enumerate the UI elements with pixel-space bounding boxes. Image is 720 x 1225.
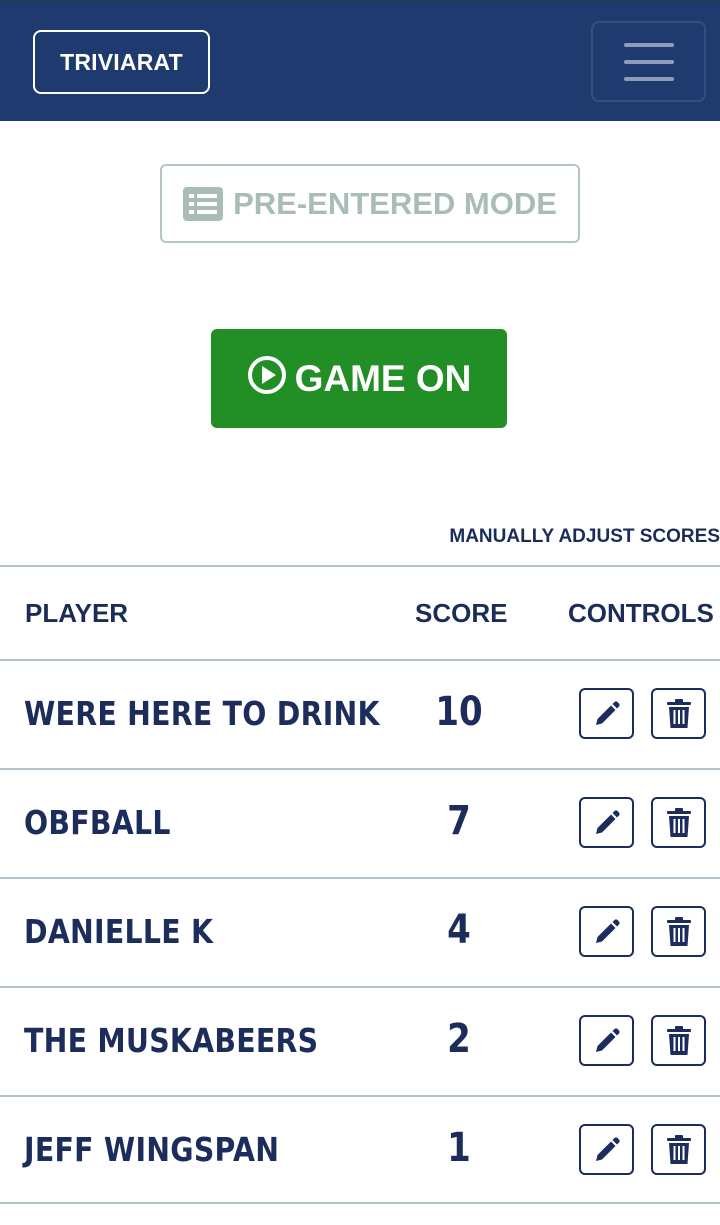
trash-icon bbox=[666, 1025, 691, 1055]
player-score: 10 bbox=[435, 689, 483, 735]
delete-player-button[interactable] bbox=[651, 688, 706, 739]
player-name: THE MUSKABEERS bbox=[24, 1021, 319, 1060]
table-header-row: PLAYER SCORE CONTROLS bbox=[0, 565, 720, 659]
table-row: WERE HERE TO DRINK 10 bbox=[0, 659, 720, 768]
table-row: THE MUSKABEERS 2 bbox=[0, 986, 720, 1095]
pencil-icon bbox=[595, 809, 620, 834]
play-circle-icon bbox=[247, 355, 287, 395]
brand-button[interactable]: TRIVIARAT bbox=[33, 30, 210, 94]
table-row: OBFBALL 7 bbox=[0, 768, 720, 877]
game-on-label: GAME ON bbox=[294, 357, 472, 399]
player-name: JEFF WINGSPAN bbox=[24, 1130, 280, 1169]
list-icon bbox=[183, 186, 224, 221]
edit-player-button[interactable] bbox=[579, 1124, 634, 1175]
pencil-icon bbox=[595, 1027, 620, 1052]
delete-player-button[interactable] bbox=[651, 797, 706, 848]
pencil-icon bbox=[595, 1136, 620, 1161]
player-name: WERE HERE TO DRINK bbox=[24, 694, 380, 733]
edit-player-button[interactable] bbox=[579, 1015, 634, 1066]
player-score: 7 bbox=[447, 798, 471, 844]
controls-column-header: CONTROLS bbox=[568, 598, 714, 628]
menu-toggle-button[interactable] bbox=[591, 21, 706, 102]
delete-player-button[interactable] bbox=[651, 1124, 706, 1175]
edit-player-button[interactable] bbox=[579, 906, 634, 957]
edit-player-button[interactable] bbox=[579, 688, 634, 739]
scoreboard-table: PLAYER SCORE CONTROLS WERE HERE TO DRINK… bbox=[0, 565, 720, 1204]
table-row: DANIELLE K 4 bbox=[0, 877, 720, 986]
manually-adjust-scores-link[interactable]: MANUALLY ADJUST SCORES bbox=[449, 526, 720, 548]
player-column-header: PLAYER bbox=[25, 598, 129, 628]
brand-label: TRIVIARAT bbox=[60, 48, 183, 75]
delete-player-button[interactable] bbox=[651, 1015, 706, 1066]
player-score: 4 bbox=[447, 907, 471, 953]
trash-icon bbox=[666, 916, 691, 946]
player-name: DANIELLE K bbox=[24, 912, 214, 951]
player-score: 1 bbox=[447, 1125, 471, 1171]
player-name: OBFBALL bbox=[24, 803, 171, 842]
pencil-icon bbox=[595, 700, 620, 725]
pencil-icon bbox=[595, 918, 620, 943]
score-column-header: SCORE bbox=[415, 598, 508, 628]
trash-icon bbox=[666, 698, 691, 728]
trash-icon bbox=[666, 807, 691, 837]
table-row: JEFF WINGSPAN 1 bbox=[0, 1095, 720, 1204]
navbar: TRIVIARAT bbox=[0, 0, 720, 121]
trash-icon bbox=[666, 1134, 691, 1164]
game-on-button[interactable]: GAME ON bbox=[211, 329, 507, 428]
pre-entered-mode-button[interactable]: PRE-ENTERED MODE bbox=[160, 164, 580, 243]
player-score: 2 bbox=[447, 1016, 471, 1062]
pre-entered-mode-label: PRE-ENTERED MODE bbox=[233, 185, 557, 221]
delete-player-button[interactable] bbox=[651, 906, 706, 957]
edit-player-button[interactable] bbox=[579, 797, 634, 848]
